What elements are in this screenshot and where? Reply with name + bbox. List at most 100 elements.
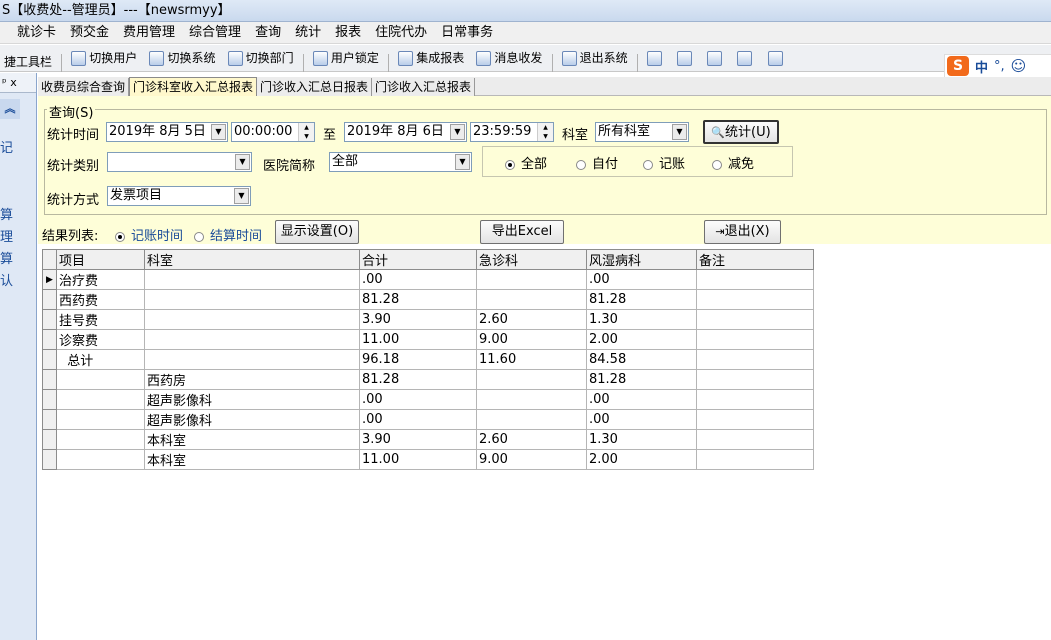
end-time-field[interactable]: 23:59:59 ▲ ▼ xyxy=(470,122,554,142)
table-cell[interactable]: 3.90 xyxy=(359,309,477,330)
results-grid[interactable]: 项目 科室 合计 急诊科 风湿病科 备注 ▶ 治疗费 .00.00 西药费 81.28 8… xyxy=(42,249,814,470)
table-cell[interactable] xyxy=(476,409,587,430)
table-cell[interactable]: 9.00 xyxy=(476,329,587,350)
table-cell[interactable]: 81.28 xyxy=(586,289,697,310)
nav-item[interactable]: 算 xyxy=(0,204,13,223)
table-cell[interactable] xyxy=(696,409,814,430)
tab-outpatient-income-summary[interactable]: 门诊收入汇总报表 xyxy=(372,78,476,97)
menu-item-card[interactable]: 就诊卡 xyxy=(0,22,63,44)
table-cell[interactable]: 2.00 xyxy=(586,329,697,350)
chevron-down-icon[interactable]: ▼ xyxy=(235,154,250,170)
table-cell[interactable]: 11.60 xyxy=(476,349,587,370)
table-cell[interactable]: 2.00 xyxy=(586,449,697,470)
lock-user-button[interactable]: 用户锁定 xyxy=(309,45,383,72)
column-header-department[interactable]: 科室 xyxy=(144,249,360,270)
row-indicator[interactable] xyxy=(42,409,57,430)
export-excel-button[interactable]: 导出Excel xyxy=(480,220,564,244)
method-select[interactable]: 发票项目 ▼ xyxy=(107,186,251,206)
table-cell[interactable]: 本科室 xyxy=(144,429,360,450)
table-cell[interactable]: 1.30 xyxy=(586,309,697,330)
table-cell[interactable]: 西药房 xyxy=(144,369,360,390)
table-cell[interactable] xyxy=(476,289,587,310)
table-row[interactable]: 总计 96.18 11.60 84.58 xyxy=(42,349,814,370)
window-tool-button[interactable] xyxy=(733,45,759,72)
tab-outpatient-dept-income[interactable]: 门诊科室收入汇总报表 xyxy=(129,77,258,96)
table-cell[interactable]: 11.00 xyxy=(359,329,477,350)
pane-pin-close[interactable]: ᵖ x xyxy=(0,73,36,93)
menu-item-daily-affairs[interactable]: 日常事务 xyxy=(434,22,500,44)
ime-mode-chinese[interactable]: 中 xyxy=(975,57,988,76)
tab-cashier-summary[interactable]: 收费员综合查询 xyxy=(38,78,130,97)
switch-department-button[interactable]: 切换部门 xyxy=(224,45,298,72)
sogou-ime-icon[interactable]: S xyxy=(947,56,969,76)
tab-outpatient-daily-income[interactable]: 门诊收入汇总日报表 xyxy=(257,78,373,97)
table-cell[interactable]: 总计 xyxy=(56,349,145,370)
exit-system-button[interactable]: 退出系统 xyxy=(558,45,632,72)
quick-toolbar-label[interactable]: 捷工具栏 xyxy=(0,49,56,76)
messages-button[interactable]: 消息收发 xyxy=(472,45,546,72)
spin-arrows-icon[interactable]: ▲ ▼ xyxy=(298,123,314,141)
menu-item-reports[interactable]: 报表 xyxy=(328,22,368,44)
chevron-down-icon[interactable]: ▼ xyxy=(455,154,470,170)
table-row[interactable]: 诊察费 11.00 9.00 2.00 xyxy=(42,329,814,350)
row-indicator[interactable] xyxy=(42,429,57,450)
table-cell[interactable] xyxy=(476,389,587,410)
table-cell[interactable]: 1.30 xyxy=(586,429,697,450)
column-header-remark[interactable]: 备注 xyxy=(696,249,814,270)
list-tool-button[interactable] xyxy=(764,45,790,72)
table-row[interactable]: 本科室 11.00 9.00 2.00 xyxy=(42,449,814,470)
start-date-picker[interactable]: 2019年 8月 5日 ▼ xyxy=(106,122,228,142)
row-indicator[interactable] xyxy=(42,289,57,310)
table-row[interactable]: 超声影像科 .00.00 xyxy=(42,389,814,410)
menu-item-general-management[interactable]: 综合管理 xyxy=(182,22,248,44)
table-cell[interactable]: 9.00 xyxy=(476,449,587,470)
table-cell[interactable]: .00 xyxy=(586,269,697,290)
exit-button[interactable]: ⇥退出(X) xyxy=(704,220,781,244)
menu-item-query[interactable]: 查询 xyxy=(248,22,288,44)
current-row-arrow-icon[interactable]: ▶ xyxy=(42,269,57,290)
row-indicator[interactable] xyxy=(42,449,57,470)
payment-waiver-radio[interactable]: 减免 xyxy=(712,153,754,172)
table-cell[interactable] xyxy=(144,269,360,290)
table-cell[interactable]: 84.58 xyxy=(586,349,697,370)
table-cell[interactable] xyxy=(696,449,814,470)
chevron-down-icon[interactable]: ▼ xyxy=(450,124,465,140)
table-row[interactable]: 超声影像科 .00.00 xyxy=(42,409,814,430)
table-cell[interactable] xyxy=(144,309,360,330)
settlement-time-radio[interactable]: 结算时间 xyxy=(194,225,262,244)
nav-item[interactable]: 算 xyxy=(0,248,13,267)
table-cell[interactable]: 挂号费 xyxy=(56,309,145,330)
switch-system-button[interactable]: 切换系统 xyxy=(145,45,219,72)
table-cell[interactable] xyxy=(696,389,814,410)
table-cell[interactable]: 81.28 xyxy=(359,369,477,390)
table-cell[interactable]: 西药费 xyxy=(56,289,145,310)
accounting-time-radio[interactable]: 记账时间 xyxy=(115,225,183,244)
edit-tool-button[interactable] xyxy=(643,45,669,72)
payment-self-radio[interactable]: 自付 xyxy=(576,153,618,172)
table-cell[interactable] xyxy=(56,369,145,390)
menu-item-inpatient-agent[interactable]: 住院代办 xyxy=(368,22,434,44)
table-row[interactable]: 本科室 3.90 2.60 1.30 xyxy=(42,429,814,450)
table-cell[interactable]: 2.60 xyxy=(476,429,587,450)
integrated-reports-button[interactable]: 集成报表 xyxy=(394,45,468,72)
table-row[interactable]: 西药费 81.28 81.28 xyxy=(42,289,814,310)
table-cell[interactable]: .00 xyxy=(586,389,697,410)
check-tool-button[interactable] xyxy=(703,45,729,72)
payment-account-radio[interactable]: 记账 xyxy=(643,153,685,172)
table-cell[interactable] xyxy=(696,309,814,330)
table-cell[interactable]: 11.00 xyxy=(359,449,477,470)
table-cell[interactable]: 超声影像科 xyxy=(144,389,360,410)
row-indicator[interactable] xyxy=(42,389,57,410)
menu-item-deposit[interactable]: 预交金 xyxy=(63,22,116,44)
table-cell[interactable] xyxy=(144,289,360,310)
column-header-emergency[interactable]: 急诊科 xyxy=(476,249,587,270)
table-cell[interactable]: .00 xyxy=(359,389,477,410)
table-cell[interactable] xyxy=(696,349,814,370)
table-cell[interactable]: 2.60 xyxy=(476,309,587,330)
column-header-item[interactable]: 项目 xyxy=(56,249,145,270)
table-cell[interactable]: 诊察费 xyxy=(56,329,145,350)
table-cell[interactable] xyxy=(144,349,360,370)
nav-item[interactable]: 认 xyxy=(0,270,13,289)
ime-toolbar[interactable]: S 中 °, ☺ xyxy=(944,54,1051,78)
start-time-field[interactable]: 00:00:00 ▲ ▼ xyxy=(231,122,315,142)
